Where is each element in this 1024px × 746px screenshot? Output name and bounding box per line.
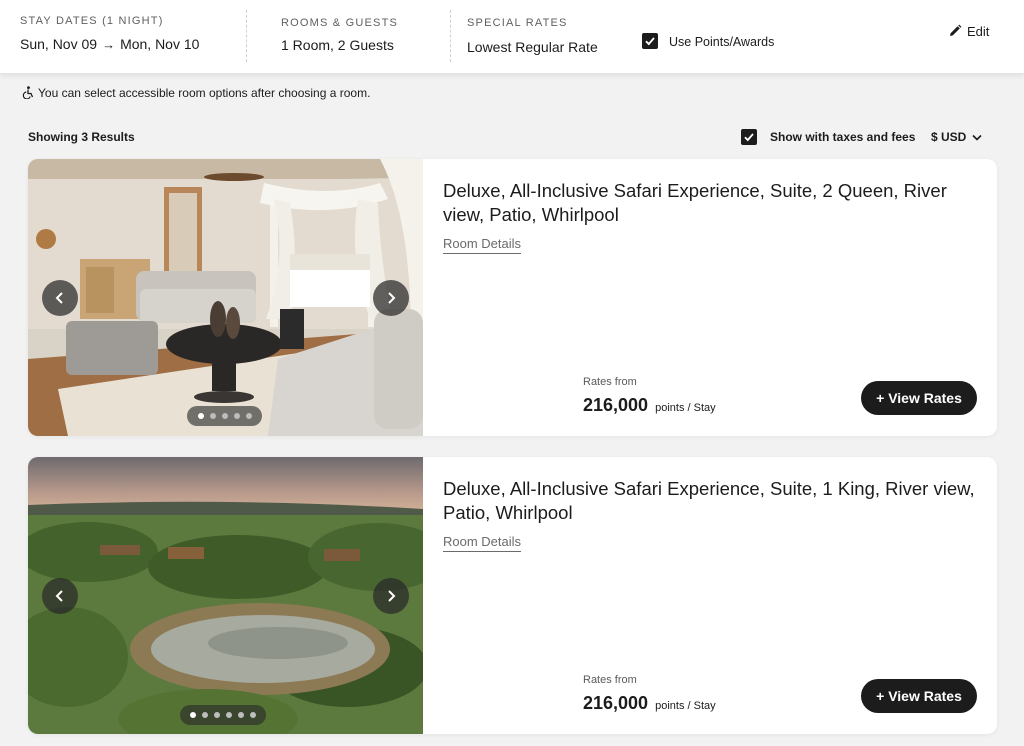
taxes-fees-label[interactable]: Show with taxes and fees <box>770 130 915 144</box>
check-out-date: Mon, Nov 10 <box>120 36 200 52</box>
carousel-indicator <box>187 406 262 426</box>
header-divider <box>246 10 247 62</box>
room-details-link[interactable]: Room Details <box>443 534 522 552</box>
check-icon <box>645 37 655 46</box>
carousel-dot[interactable] <box>250 712 256 718</box>
carousel-dot[interactable] <box>190 712 196 718</box>
carousel-next-button[interactable] <box>373 578 409 614</box>
room-photo-carousel[interactable] <box>28 457 423 734</box>
arrow-right-icon: → <box>102 37 116 52</box>
room-details-link[interactable]: Room Details <box>443 236 522 254</box>
taxes-fees-checkbox[interactable] <box>741 129 757 145</box>
room-photo <box>28 159 423 436</box>
room-card: Deluxe, All-Inclusive Safari Experience,… <box>28 457 997 734</box>
points-unit: points / Stay <box>655 402 716 414</box>
use-points-label[interactable]: Use Points/Awards <box>669 35 774 49</box>
check-in-date: Sun, Nov 09 <box>20 36 98 52</box>
chevron-right-icon <box>388 292 396 304</box>
carousel-dot[interactable] <box>238 712 244 718</box>
check-icon <box>744 133 754 142</box>
carousel-dot[interactable] <box>222 413 228 419</box>
points-amount: 216,000 <box>583 395 649 415</box>
chevron-right-icon <box>388 590 396 602</box>
points-unit: points / Stay <box>655 700 716 712</box>
results-count: Showing 3 Results <box>28 130 135 144</box>
chevron-down-icon <box>972 134 982 141</box>
currency-selector[interactable]: $ USD <box>931 130 982 144</box>
stay-dates-value: Sun, Nov 09 → Mon, Nov 10 <box>20 36 199 52</box>
carousel-dot[interactable] <box>198 413 204 419</box>
stay-dates-label: STAY DATES (1 NIGHT) <box>20 15 164 27</box>
chevron-left-icon <box>55 292 63 304</box>
carousel-dot[interactable] <box>234 413 240 419</box>
currency-value: $ USD <box>931 130 967 144</box>
search-summary-header: STAY DATES (1 NIGHT) Sun, Nov 09 → Mon, No… <box>0 0 1024 74</box>
carousel-prev-button[interactable] <box>42 578 78 614</box>
pencil-icon <box>950 24 962 36</box>
edit-button[interactable]: Edit <box>948 24 989 39</box>
carousel-dot[interactable] <box>246 413 252 419</box>
rates-from-label: Rates from <box>583 376 637 388</box>
carousel-dot[interactable] <box>202 712 208 718</box>
room-photo-carousel[interactable] <box>28 159 423 436</box>
special-rates-label: SPECIAL RATES <box>467 17 568 29</box>
carousel-next-button[interactable] <box>373 280 409 316</box>
points-price: 216,000 points / Stay <box>583 395 716 416</box>
edit-label: Edit <box>967 24 990 39</box>
room-photo <box>28 457 423 734</box>
rooms-guests-value: 1 Room, 2 Guests <box>281 37 394 53</box>
special-rates-value: Lowest Regular Rate <box>467 39 598 55</box>
carousel-dot[interactable] <box>226 712 232 718</box>
accessibility-note: You can select accessible room options a… <box>22 86 370 100</box>
chevron-left-icon <box>55 590 63 602</box>
carousel-prev-button[interactable] <box>42 280 78 316</box>
carousel-dot[interactable] <box>214 712 220 718</box>
points-price: 216,000 points / Stay <box>583 693 716 714</box>
points-amount: 216,000 <box>583 693 649 713</box>
view-rates-button[interactable]: + View Rates <box>861 381 977 415</box>
header-divider <box>450 10 451 62</box>
room-card: Deluxe, All-Inclusive Safari Experience,… <box>28 159 997 436</box>
room-title: Deluxe, All-Inclusive Safari Experience,… <box>443 478 975 523</box>
rates-from-label: Rates from <box>583 674 637 686</box>
carousel-dot[interactable] <box>210 413 216 419</box>
wheelchair-icon <box>22 86 34 100</box>
view-rates-button[interactable]: + View Rates <box>861 679 977 713</box>
accessibility-note-text: You can select accessible room options a… <box>38 86 371 100</box>
room-title: Deluxe, All-Inclusive Safari Experience,… <box>443 180 947 225</box>
rooms-guests-label: ROOMS & GUESTS <box>281 17 399 29</box>
use-points-checkbox[interactable] <box>642 33 658 49</box>
carousel-indicator <box>180 705 266 725</box>
